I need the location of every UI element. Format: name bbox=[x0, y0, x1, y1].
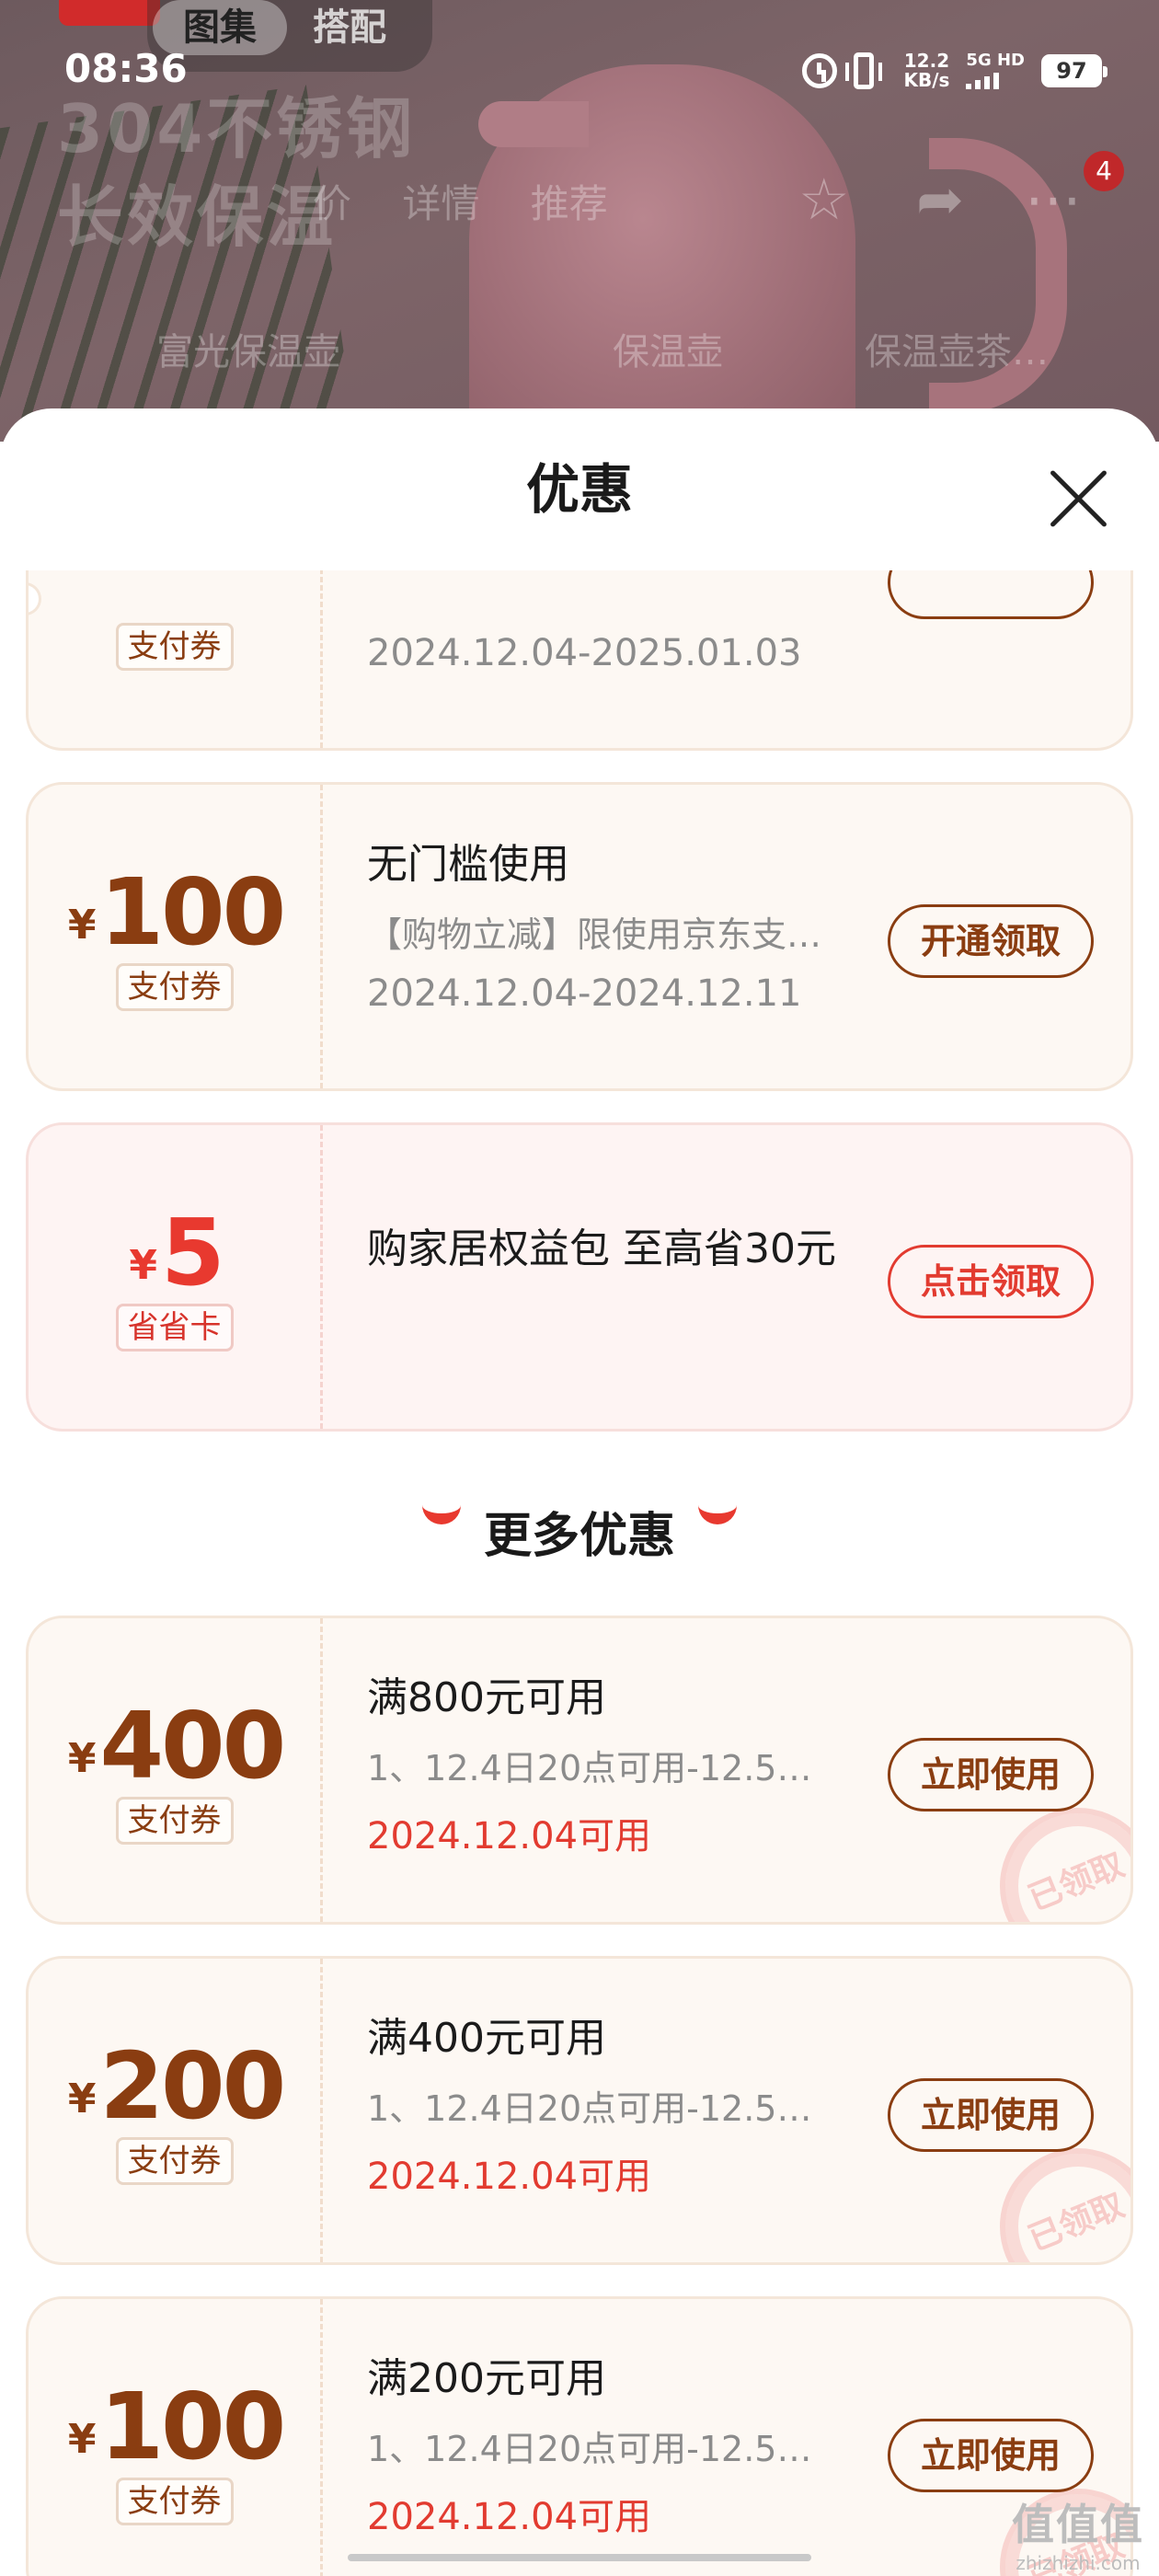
coupon-type-tag: 支付券 bbox=[115, 963, 234, 1011]
more-dots-icon[interactable]: ⋯ bbox=[1025, 166, 1082, 233]
sub-tab-1[interactable]: 富光保温壶 bbox=[156, 322, 340, 375]
coupon-value-area: ¥400 支付券 bbox=[29, 1618, 323, 1922]
status-icons: 12.2 KB/s 5G HD 97 bbox=[802, 48, 1107, 94]
coupon-amount-value: 400 bbox=[99, 1692, 286, 1800]
coupon-card: ¥400 支付券 满800元可用 1、12.4日20点可用-12.5… 2024… bbox=[26, 1616, 1133, 1925]
sub-tab-2[interactable]: 保温壶 bbox=[613, 322, 723, 375]
coupon-list[interactable]: 支付券 2024.12.04-2025.01.03 ¥100 支付券 无门槛使用… bbox=[0, 570, 1159, 2576]
coupon-amount: ¥200 bbox=[29, 2032, 323, 2140]
use-now-button[interactable]: 立即使用 bbox=[888, 2419, 1094, 2492]
coupon-title: 购家居权益包 至高省30元 bbox=[367, 1225, 836, 1272]
coupon-validity: 2024.12.04可用 bbox=[367, 1815, 652, 1857]
coupon-info: 满800元可用 1、12.4日20点可用-12.5… 2024.12.04可用 bbox=[367, 1618, 882, 1922]
sheet-title: 优惠 bbox=[525, 458, 633, 521]
currency-symbol: ¥ bbox=[67, 2076, 97, 2122]
watermark-url: zhizhizhi.com bbox=[1016, 2552, 1141, 2574]
home-indicator[interactable] bbox=[348, 2554, 811, 2561]
network-type: 5G HD bbox=[966, 51, 1025, 70]
favorite-star-icon[interactable]: ☆ bbox=[798, 166, 850, 233]
vibrate-icon bbox=[845, 52, 883, 89]
coupon-type-tag: 支付券 bbox=[115, 2478, 234, 2525]
coupon-card: 支付券 2024.12.04-2025.01.03 bbox=[26, 570, 1133, 751]
nav-tab-price[interactable]: 价 bbox=[313, 181, 351, 226]
promo-corner-tag bbox=[59, 0, 160, 26]
coupon-value-area: ¥100 支付券 bbox=[29, 785, 323, 1088]
coupon-type-tag: 省省卡 bbox=[115, 1304, 234, 1351]
coupon-amount-value: 5 bbox=[161, 1199, 225, 1306]
click-claim-button[interactable]: 点击领取 bbox=[888, 1245, 1094, 1318]
more-discounts-header: 更多优惠 bbox=[0, 1490, 1159, 1582]
coupon-value-area: ¥5 省省卡 bbox=[29, 1125, 323, 1429]
coupon-amount: ¥5 bbox=[29, 1199, 323, 1306]
coupon-type-tag: 支付券 bbox=[115, 1797, 234, 1845]
tab-matching[interactable]: 搭配 bbox=[313, 0, 386, 55]
coupon-description: 1、12.4日20点可用-12.5… bbox=[367, 2088, 812, 2129]
coupon-card: ¥100 支付券 无门槛使用 【购物立减】限使用京东支付… 2024.12.04… bbox=[26, 782, 1133, 1091]
page-nav-tabs: 价 详情 推荐 bbox=[313, 173, 647, 229]
currency-symbol: ¥ bbox=[129, 1242, 158, 1289]
activate-claim-button[interactable]: 开通领取 bbox=[888, 904, 1094, 978]
nav-tab-recommend[interactable]: 推荐 bbox=[531, 181, 608, 226]
close-icon[interactable] bbox=[1039, 460, 1117, 537]
status-time: 08:36 bbox=[64, 46, 188, 91]
nav-tab-detail[interactable]: 详情 bbox=[402, 181, 479, 226]
coupon-title: 满400元可用 bbox=[367, 2015, 606, 2062]
coupon-description: 【购物立减】限使用京东支付… bbox=[367, 914, 845, 955]
coupon-title: 无门槛使用 bbox=[367, 841, 569, 888]
decor-smile-icon bbox=[421, 1504, 461, 1524]
currency-symbol: ¥ bbox=[67, 902, 97, 949]
coupon-type-tag: 支付券 bbox=[115, 623, 234, 671]
headline-line-1: 304不锈钢 bbox=[57, 90, 417, 167]
signal-group: 5G HD bbox=[966, 52, 1025, 89]
coupon-description: 1、12.4日20点可用-12.5… bbox=[367, 1748, 812, 1788]
coupon-card: ¥5 省省卡 购家居权益包 至高省30元 点击领取 bbox=[26, 1122, 1133, 1432]
coupon-title: 满200元可用 bbox=[367, 2355, 606, 2402]
coupon-card: ¥200 支付券 满400元可用 1、12.4日20点可用-12.5… 2024… bbox=[26, 1956, 1133, 2265]
coupon-info: 无门槛使用 【购物立减】限使用京东支付… 2024.12.04-2024.12.… bbox=[367, 785, 882, 1088]
alarm-icon bbox=[802, 53, 838, 88]
coupon-info: 满200元可用 1、12.4日20点可用-12.5… 2024.12.04可用 bbox=[367, 2299, 882, 2576]
share-arrow-icon[interactable]: ➦ bbox=[916, 166, 964, 233]
coupon-value-area: ¥100 支付券 bbox=[29, 2299, 323, 2576]
currency-symbol: ¥ bbox=[67, 2416, 97, 2463]
signal-bars-icon bbox=[966, 71, 1025, 89]
sub-tab-3[interactable]: 保温壶茶… bbox=[865, 322, 1049, 375]
coupon-description: 1、12.4日20点可用-12.5… bbox=[367, 2429, 812, 2469]
coupon-amount-value: 100 bbox=[99, 2373, 286, 2480]
coupon-amount-value: 100 bbox=[99, 858, 286, 966]
coupon-amount-value: 200 bbox=[99, 2032, 286, 2140]
coupon-validity: 2024.12.04可用 bbox=[367, 2156, 652, 2198]
coupon-info: 购家居权益包 至高省30元 bbox=[367, 1125, 882, 1429]
coupon-validity: 2024.12.04可用 bbox=[367, 2496, 652, 2538]
currency-symbol: ¥ bbox=[67, 1735, 97, 1782]
coupon-validity: 2024.12.04-2024.12.11 bbox=[367, 972, 802, 1015]
coupon-value-area: ¥200 支付券 bbox=[29, 1959, 323, 2262]
site-watermark: 值值值 zhizhizhi.com bbox=[1012, 2491, 1144, 2574]
coupon-type-tag: 支付券 bbox=[115, 2137, 234, 2185]
decor-smile-icon bbox=[698, 1504, 738, 1524]
coupon-action-button[interactable] bbox=[888, 570, 1094, 619]
coupon-info: 满400元可用 1、12.4日20点可用-12.5… 2024.12.04可用 bbox=[367, 1959, 882, 2262]
use-now-button[interactable]: 立即使用 bbox=[888, 1738, 1094, 1811]
network-speed: 12.2 KB/s bbox=[903, 52, 949, 90]
coupon-amount: ¥100 bbox=[29, 2373, 323, 2480]
cart-badge: 4 bbox=[1084, 151, 1124, 191]
more-discounts-title: 更多优惠 bbox=[483, 1509, 675, 1564]
network-speed-unit: KB/s bbox=[903, 69, 950, 91]
coupon-validity: 2024.12.04-2025.01.03 bbox=[367, 632, 802, 674]
coupon-amount: ¥100 bbox=[29, 858, 323, 966]
coupon-card: ¥100 支付券 满200元可用 1、12.4日20点可用-12.5… 2024… bbox=[26, 2296, 1133, 2576]
coupon-value-area: 支付券 bbox=[29, 570, 323, 748]
network-speed-value: 12.2 bbox=[903, 50, 950, 72]
coupon-title: 满800元可用 bbox=[367, 1674, 606, 1721]
watermark-logo: 值值值 bbox=[1012, 2500, 1144, 2549]
coupon-amount: ¥400 bbox=[29, 1692, 323, 1800]
coupon-info: 2024.12.04-2025.01.03 bbox=[367, 570, 882, 748]
use-now-button[interactable]: 立即使用 bbox=[888, 2078, 1094, 2152]
discount-sheet: 优惠 支付券 2024.12.04-2025.01.03 ¥100 支付券 无门… bbox=[0, 408, 1159, 2576]
product-image-spout bbox=[478, 101, 589, 147]
battery-icon: 97 bbox=[1041, 54, 1107, 87]
